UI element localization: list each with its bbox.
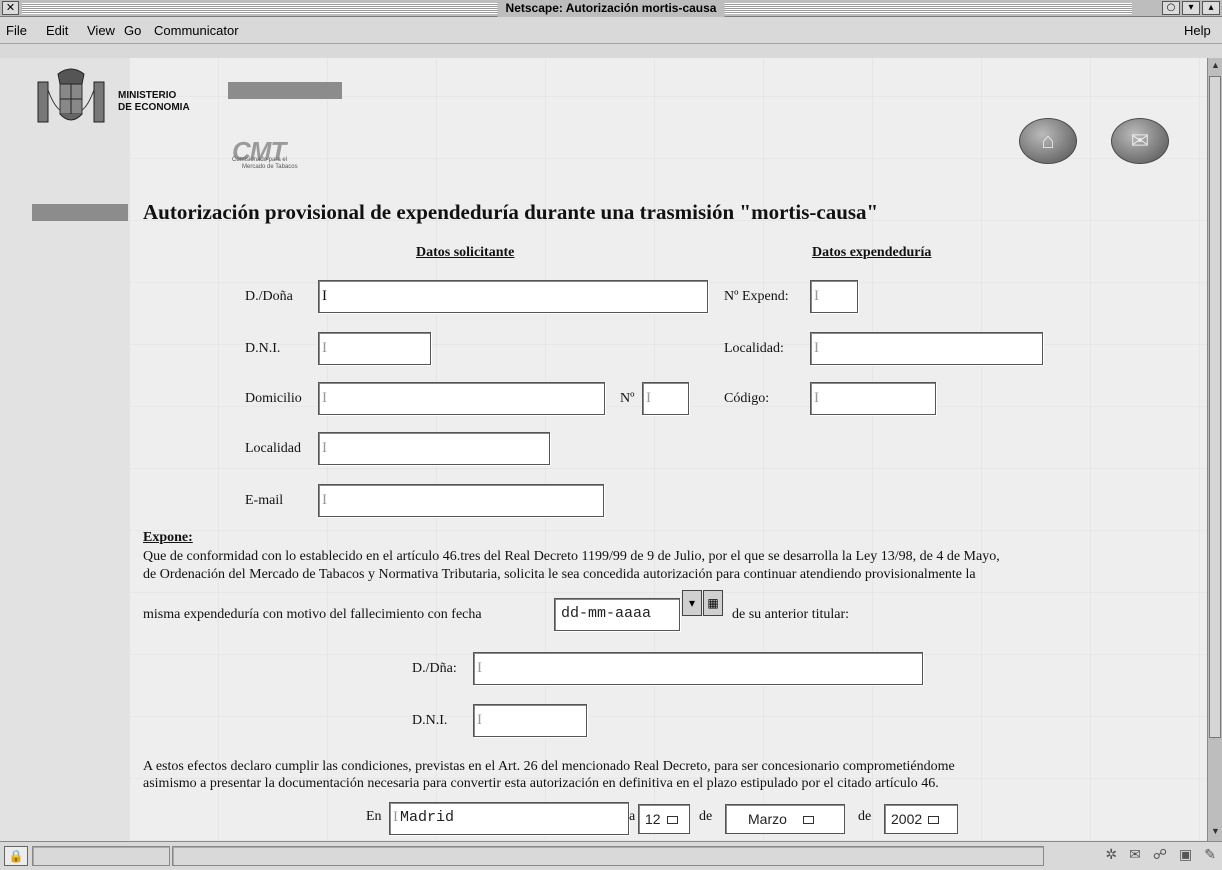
progress-slot (32, 846, 170, 866)
component-bar: ✲ ✉ ☍ ▣ ✎ (1105, 846, 1216, 863)
menu-help[interactable]: Help (1184, 23, 1211, 38)
menu-file[interactable]: File (6, 23, 27, 38)
expone-line-3-post: de su anterior titular: (732, 607, 850, 622)
year-select[interactable]: 2002 (884, 804, 958, 834)
home-button[interactable]: ⌂ (1019, 118, 1077, 164)
edit-icon[interactable]: ✎ (1204, 846, 1216, 863)
window-maximize-button[interactable]: ▴ (1202, 1, 1220, 15)
calendar-icon[interactable]: ▦ (703, 590, 723, 616)
menu-communicator[interactable]: Communicator (154, 23, 239, 38)
home-icon: ⌂ (1041, 128, 1055, 153)
scroll-up-arrow-icon[interactable]: ▲ (1209, 60, 1222, 73)
a-label: a (629, 809, 636, 824)
expend-num-input[interactable] (810, 280, 858, 313)
codigo-label: Código: (724, 391, 770, 406)
mail-icon: ✉ (1130, 128, 1150, 153)
ministry-line-1: MINISTERIO (118, 90, 177, 101)
cmt-caption-line-2: Mercado de Tabacos (242, 164, 298, 170)
navigator-icon[interactable]: ✲ (1105, 846, 1117, 863)
scrollbar-thumb[interactable] (1209, 76, 1221, 738)
window-close-button[interactable]: ✕ (2, 1, 19, 15)
domicilio-input[interactable] (318, 382, 605, 415)
nombre-input[interactable] (318, 280, 708, 313)
titular-nombre-input[interactable] (473, 652, 923, 685)
localidad-input[interactable] (318, 432, 550, 465)
en-label: En (366, 809, 382, 824)
dni-input[interactable] (318, 332, 431, 365)
menu-view[interactable]: View (87, 23, 115, 38)
expend-localidad-label: Localidad: (724, 341, 784, 356)
composer-icon[interactable]: ▣ (1179, 846, 1192, 863)
email-label: E-mail (245, 493, 284, 508)
numero-label: Nº (620, 391, 635, 406)
year-value: 2002 (891, 811, 923, 827)
expend-localidad-input[interactable] (810, 332, 1043, 365)
year-select-indicator (928, 816, 940, 825)
day-value: 12 (645, 811, 661, 827)
security-lock-icon[interactable]: 🔒 (4, 846, 28, 866)
titular-dni-input[interactable] (473, 704, 587, 737)
declaracion-line-1: A estos efectos declaro cumplir las cond… (143, 759, 955, 774)
status-bar: 🔒 ✲ ✉ ☍ ▣ ✎ (0, 841, 1222, 870)
left-decor-bar (32, 204, 128, 221)
spain-crest-logo (37, 68, 105, 123)
window-titlebar: ✕ Netscape: Autorización mortis-causa ○ … (0, 0, 1222, 17)
domicilio-label: Domicilio (245, 391, 302, 406)
expendeduria-heading: Datos expendeduría (812, 245, 932, 260)
dni-label: D.N.I. (245, 341, 281, 356)
city-input[interactable]: Madrid (389, 802, 629, 835)
mail-button[interactable]: ✉ (1111, 118, 1169, 164)
menu-edit[interactable]: Edit (46, 23, 68, 38)
declaracion-line-2: asimismo a presentar la documentación ne… (143, 776, 939, 791)
expend-num-label: Nº Expend: (724, 289, 789, 304)
nombre-label: D./Doña (245, 289, 293, 304)
page-title: Autorización provisional de expendeduría… (143, 200, 879, 224)
cmt-caption-line-1: Comisionado para el (232, 157, 288, 163)
de1-label: de (699, 809, 713, 824)
expone-line-1: Que de conformidad con lo establecido en… (143, 549, 1000, 564)
discussion-icon[interactable]: ☍ (1153, 846, 1167, 863)
fallecimiento-date-input[interactable]: dd-mm-aaaa (554, 598, 680, 631)
page-content (0, 58, 1207, 841)
de2-label: de (858, 809, 872, 824)
status-text-slot (172, 846, 1044, 866)
vertical-scrollbar[interactable]: ▲ ▼ (1207, 58, 1222, 841)
window-shade-button[interactable]: ▾ (1182, 1, 1200, 15)
email-input[interactable] (318, 484, 604, 517)
window-controls: ○ ▾ ▴ (1162, 1, 1220, 15)
day-select-indicator (666, 816, 678, 825)
window-title: Netscape: Autorización mortis-causa (497, 0, 725, 17)
titular-dni-label: D.N.I. (412, 713, 448, 728)
date-picker-buttons: ▾ ▦ (682, 590, 723, 616)
day-select[interactable]: 12 (638, 804, 690, 834)
left-band (0, 58, 130, 841)
ministry-line-2: DE ECONOMIA (118, 102, 190, 113)
numero-input[interactable] (642, 382, 689, 415)
cmt-logo-caption: Comisionado para el Mercado de Tabacos (232, 157, 298, 171)
collapsed-toolbar[interactable] (0, 44, 1222, 58)
menu-go[interactable]: Go (124, 23, 141, 38)
expone-line-3-pre: misma expendeduría con motivo del fallec… (143, 607, 482, 622)
month-value: Marzo (748, 811, 787, 827)
date-dropdown-button[interactable]: ▾ (682, 590, 702, 616)
titular-nombre-label: D./Dña: (412, 661, 457, 676)
month-select[interactable]: Marzo (725, 804, 845, 834)
month-select-indicator (802, 816, 814, 825)
expone-heading: Expone: (143, 530, 193, 545)
messenger-icon[interactable]: ✉ (1129, 846, 1141, 863)
scroll-down-arrow-icon[interactable]: ▼ (1209, 826, 1222, 839)
window-iconify-button[interactable]: ○ (1162, 1, 1180, 15)
codigo-input[interactable] (810, 382, 936, 415)
localidad-label: Localidad (245, 441, 301, 456)
expone-line-2: de Ordenación del Mercado de Tabacos y N… (143, 567, 976, 582)
ministry-name: MINISTERIO DE ECONOMIA (118, 90, 190, 114)
solicitante-heading: Datos solicitante (416, 245, 515, 260)
menu-bar: File Edit View Go Communicator Help (0, 17, 1222, 44)
